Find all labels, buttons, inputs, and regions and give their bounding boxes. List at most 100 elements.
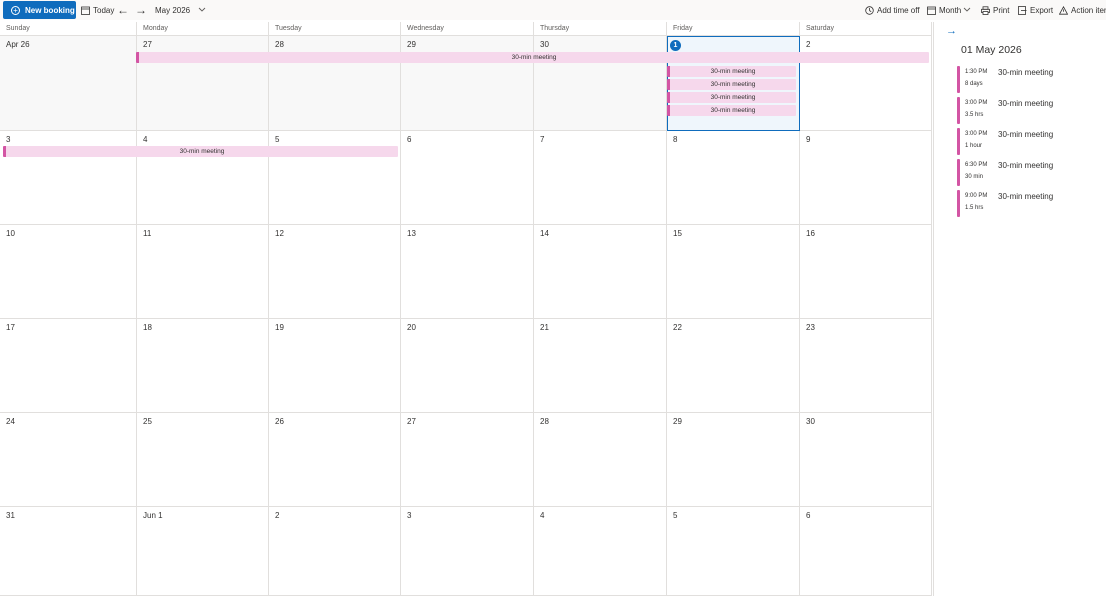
day-cell[interactable]: 31 [0,507,137,596]
event-color-bar [957,66,960,93]
chevron-down-icon [198,7,206,12]
friday-event[interactable]: 30-min meeting [667,105,796,116]
day-cell[interactable]: 27 [401,413,534,507]
event-color-bar [957,128,960,155]
day-cell[interactable]: 21 [534,319,667,413]
day-number: 16 [806,229,815,238]
day-cell[interactable]: 19 [269,319,401,413]
new-booking-button[interactable]: + New booking [3,1,76,19]
day-cell[interactable]: 15 [667,225,800,319]
day-cell[interactable]: 23 [800,319,932,413]
day-cell[interactable]: 8 [667,131,800,225]
day-details-panel: → 01 May 2026 1:30 PM 8 days 30-min meet… [933,22,1106,596]
panel-date-title: 01 May 2026 [961,44,1022,56]
arrow-right-icon: → [135,3,147,17]
day-cell[interactable]: 2 [800,36,932,131]
day-number: 29 [673,417,682,426]
friday-event[interactable]: 30-min meeting [667,66,796,77]
day-cell[interactable]: 13 [401,225,534,319]
day-cell[interactable]: 2 [269,507,401,596]
event-time: 3:00 PM [965,100,988,106]
event-duration: 1 hour [965,143,983,149]
day-cell[interactable]: 3 [401,507,534,596]
day-cell[interactable]: Jun 1 [137,507,269,596]
day-cell[interactable]: 9 [800,131,932,225]
day-cell[interactable]: 26 [269,413,401,507]
day-number: 26 [275,417,284,426]
day-cell[interactable]: 29 [401,36,534,131]
day-cell[interactable]: 17 [0,319,137,413]
previous-month-button[interactable]: ← [117,0,129,20]
multiday-event[interactable]: 30-min meeting [136,52,929,63]
day-cell[interactable]: 16 [800,225,932,319]
day-number: 5 [275,135,280,144]
collapse-panel-button[interactable]: → [946,25,957,37]
day-number: 30 [806,417,815,426]
time-off-icon [865,5,874,15]
day-cell[interactable]: 7 [534,131,667,225]
day-cell[interactable]: 20 [401,319,534,413]
panel-event-item[interactable]: 9:00 PM 1.5 hrs 30-min meeting [957,190,1102,217]
day-cell[interactable]: 25 [137,413,269,507]
event-title: 30-min meeting [998,68,1054,77]
day-cell[interactable]: 6 [401,131,534,225]
day-cell[interactable]: 14 [534,225,667,319]
day-cell[interactable]: Apr 26 [0,36,137,131]
month-picker[interactable]: May 2026 [155,0,190,20]
event-title: 30-min meeting [998,99,1054,108]
day-number: 4 [540,511,545,520]
day-cell[interactable]: 28 [534,413,667,507]
weekday-header-saturday: Saturday [800,22,932,36]
day-number: 27 [143,40,152,49]
day-number: 3 [6,135,11,144]
event-time: 9:00 PM [965,193,988,199]
day-cell[interactable]: 29 [667,413,800,507]
day-cell[interactable]: 5 [667,507,800,596]
friday-event[interactable]: 30-min meeting [667,92,796,103]
calendar-month-icon [927,6,936,15]
day-number: 2 [806,40,811,49]
day-cell[interactable]: 18 [137,319,269,413]
event-color-bar [957,97,960,124]
event-duration: 30 min [965,174,984,180]
day-cell[interactable]: 28 [269,36,401,131]
today-button[interactable]: Today [81,0,114,20]
action-items-button[interactable]: Action item [1059,0,1106,20]
multiday-event[interactable]: 30-min meeting [3,146,398,157]
event-duration: 3.5 hrs [965,112,984,118]
day-cell[interactable]: 30 [800,413,932,507]
day-cell[interactable]: 22 [667,319,800,413]
day-number: 7 [540,135,545,144]
panel-event-item[interactable]: 6:30 PM 30 min 30-min meeting [957,159,1102,186]
weekday-header-wednesday: Wednesday [401,22,534,36]
day-number: 13 [407,229,416,238]
print-label: Print [993,5,1010,15]
event-time: 3:00 PM [965,131,988,137]
panel-event-item[interactable]: 3:00 PM 1 hour 30-min meeting [957,128,1102,155]
arrow-right-icon: → [946,25,957,37]
day-cell[interactable]: 12 [269,225,401,319]
add-time-off-button[interactable]: Add time off [865,0,920,20]
export-button[interactable]: Export [1018,0,1053,20]
day-number: 3 [407,511,412,520]
view-switcher[interactable]: Month [927,0,974,20]
day-number: 18 [143,323,152,332]
friday-event[interactable]: 30-min meeting [667,79,796,90]
day-number: 20 [407,323,416,332]
day-cell[interactable]: 11 [137,225,269,319]
day-cell[interactable]: 4 [534,507,667,596]
day-number: 25 [143,417,152,426]
day-cell[interactable]: 10 [0,225,137,319]
next-month-button[interactable]: → [135,0,147,20]
day-cell[interactable]: 30 [534,36,667,131]
panel-event-item[interactable]: 3:00 PM 3.5 hrs 30-min meeting [957,97,1102,124]
day-cell[interactable]: 27 [137,36,269,131]
print-button[interactable]: Print [981,0,1009,20]
day-cell[interactable]: 6 [800,507,932,596]
day-number: Apr 26 [6,40,30,49]
day-number: 4 [143,135,148,144]
day-number: 31 [6,511,15,520]
panel-event-item[interactable]: 1:30 PM 8 days 30-min meeting [957,66,1102,93]
month-picker-dropdown[interactable] [198,0,209,20]
day-cell[interactable]: 24 [0,413,137,507]
